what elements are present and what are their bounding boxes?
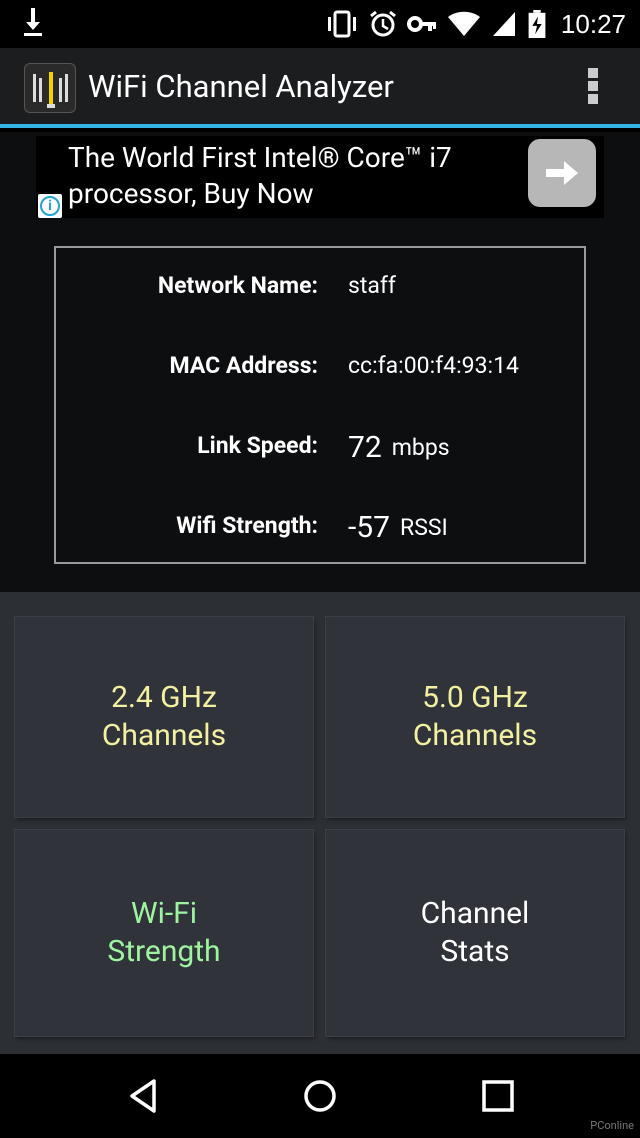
wifi-strength-label: Wifi Strength: [176,512,318,539]
arrow-right-icon [546,161,578,185]
network-name-value: staff [348,272,396,299]
ad-arrow-button[interactable] [528,139,596,207]
recents-icon[interactable] [478,1076,518,1116]
app-logo-icon [24,63,76,113]
alarm-icon [369,10,396,37]
tile-2-4ghz-channels[interactable]: 2.4 GHz Channels [15,617,313,817]
network-info-panel: Network Name: staff MAC Address: cc:fa:0… [54,246,586,564]
app-title: WiFi Channel Analyzer [88,68,394,105]
download-icon [24,8,42,36]
wifi-strength-row: Wifi Strength: -57 RSSI [56,510,584,550]
ad-text[interactable]: The World First Intel® Core™ i7 processo… [68,140,518,212]
link-speed-unit: mbps [391,434,450,461]
action-bar: WiFi Channel Analyzer [0,48,640,128]
link-speed-number: 72 [348,430,382,465]
link-speed-value: 72 mbps [348,430,450,465]
tile-channel-stats[interactable]: Channel Stats [326,830,624,1036]
overflow-menu-icon[interactable] [588,68,600,108]
mac-address-value: cc:fa:00:f4:93:14 [348,352,519,379]
tile-5-0ghz-channels[interactable]: 5.0 GHz Channels [326,617,624,817]
ad-banner[interactable]: The World First Intel® Core™ i7 processo… [36,136,604,218]
home-icon[interactable] [300,1076,340,1116]
link-speed-label: Link Speed: [197,432,318,459]
wifi-strength-value: -57 RSSI [348,510,448,545]
vibrate-icon [327,10,356,38]
wifi-strength-number: -57 [348,510,391,545]
status-clock: 10:27 [560,8,626,39]
vpn-key-icon [406,16,436,32]
tile-wifi-strength[interactable]: Wi-Fi Strength [15,830,313,1036]
ad-info-icon[interactable]: i [38,194,62,218]
status-bar: 10:27 [0,0,640,48]
wifi-strength-unit: RSSI [400,514,448,541]
link-speed-row: Link Speed: 72 mbps [56,430,584,470]
navigation-bar: PConline [0,1054,640,1138]
mac-address-label: MAC Address: [169,352,318,379]
network-name-row: Network Name: staff [56,272,584,312]
watermark: PConline [590,1119,634,1132]
mac-address-row: MAC Address: cc:fa:00:f4:93:14 [56,352,584,392]
wifi-icon [447,11,480,36]
network-name-label: Network Name: [157,272,318,299]
battery-charging-icon [528,10,546,38]
signal-icon [492,12,515,36]
back-icon[interactable] [124,1076,164,1116]
